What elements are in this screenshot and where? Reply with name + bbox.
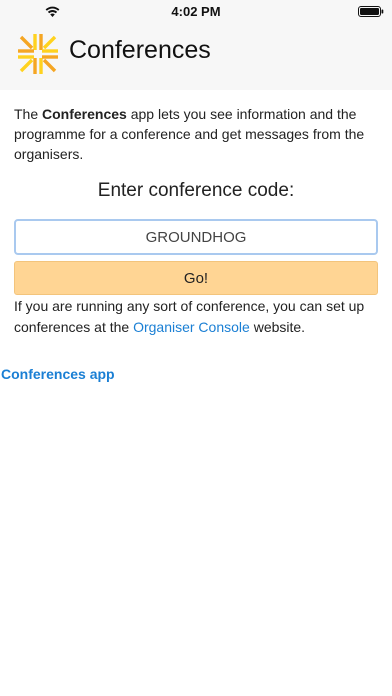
app-header: Conferences <box>0 22 392 90</box>
go-button[interactable]: Go! <box>14 261 378 295</box>
organiser-text: If you are running any sort of conferenc… <box>14 296 380 338</box>
conference-code-label: Enter conference code: <box>97 180 295 201</box>
conferences-app-link[interactable]: Conferences app <box>1 366 115 382</box>
conferences-logo-icon <box>18 34 58 74</box>
status-bar: 4:02 PM <box>0 0 392 22</box>
organiser-suffix: website. <box>249 319 306 335</box>
conference-code-input[interactable] <box>14 219 378 255</box>
intro-app-name: Conferences <box>42 106 127 122</box>
battery-icon <box>358 6 384 17</box>
status-time: 4:02 PM <box>171 4 221 19</box>
intro-text: The Conferences app lets you see informa… <box>14 104 380 164</box>
organiser-console-link[interactable]: Organiser Console <box>133 319 250 335</box>
intro-prefix: The <box>14 106 43 122</box>
page-title: Conferences <box>69 36 211 64</box>
